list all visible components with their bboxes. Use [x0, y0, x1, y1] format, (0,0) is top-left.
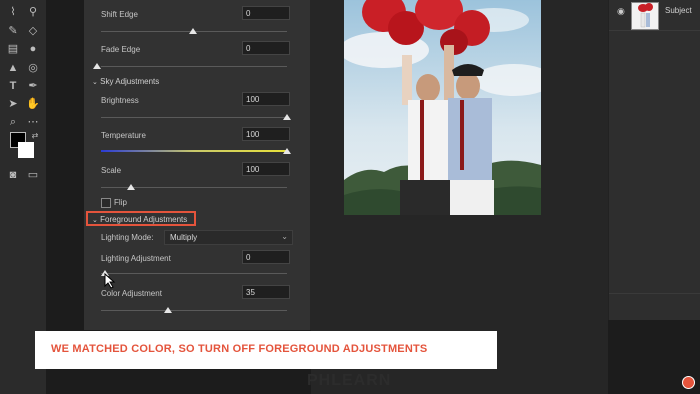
- chevron-down-icon: ⌄: [92, 217, 98, 224]
- scale-input[interactable]: 100: [242, 162, 290, 176]
- scale-thumb[interactable]: [127, 184, 135, 190]
- sky-replacement-panel: Shift Edge 0 Fade Edge 0 ⌄ Sky Adjustmen…: [84, 0, 311, 330]
- color-adjustment-slider[interactable]: [101, 310, 287, 311]
- sharpen-icon[interactable]: ▲: [6, 61, 20, 75]
- foreground-adjustments-header[interactable]: ⌄ Foreground Adjustments: [92, 215, 187, 224]
- chevron-down-icon: ⌄: [281, 232, 288, 241]
- fade-edge-input[interactable]: 0: [242, 41, 290, 55]
- fade-edge-label: Fade Edge: [101, 45, 141, 54]
- more-icon[interactable]: ⋯: [26, 115, 40, 129]
- eraser-icon[interactable]: ◇: [26, 24, 40, 38]
- brightness-label: Brightness: [101, 96, 139, 105]
- stamp-icon[interactable]: ⚲: [26, 5, 40, 19]
- lighting-mode-label: Lighting Mode:: [101, 233, 154, 242]
- caption-text: WE MATCHED COLOR, SO TURN OFF FOREGROUND…: [51, 343, 428, 355]
- brush-icon[interactable]: ✎: [6, 24, 20, 38]
- record-icon: [682, 376, 695, 389]
- scale-label: Scale: [101, 166, 122, 175]
- lighting-adjustment-label: Lighting Adjustment: [101, 254, 171, 263]
- temperature-thumb[interactable]: [283, 148, 291, 154]
- color-adjustment-thumb[interactable]: [164, 307, 172, 313]
- eye-icon[interactable]: ◉: [617, 6, 625, 17]
- screen-mode-icon[interactable]: ▭: [26, 168, 40, 182]
- shift-edge-input[interactable]: 0: [242, 6, 290, 20]
- shift-edge-thumb[interactable]: [189, 28, 197, 34]
- lighting-adjustment-input[interactable]: 0: [242, 250, 290, 264]
- watermark-logo: PHLEARN: [307, 372, 392, 389]
- flip-checkbox[interactable]: [101, 198, 111, 208]
- document-photo[interactable]: [344, 0, 541, 215]
- lighting-mode-select[interactable]: Multiply ⌄: [164, 230, 293, 245]
- pen-icon[interactable]: ✒: [26, 79, 40, 93]
- sky-adjustments-header[interactable]: ⌄ Sky Adjustments: [92, 77, 159, 86]
- chevron-down-icon: ⌄: [92, 79, 98, 86]
- zoom-icon[interactable]: ⌕: [6, 115, 20, 129]
- lasso-icon[interactable]: ⌇: [6, 5, 20, 19]
- hand-icon[interactable]: ✋: [26, 97, 40, 111]
- gradient-icon[interactable]: ▤: [6, 42, 20, 56]
- temperature-slider[interactable]: [101, 150, 287, 152]
- quick-mask-icon[interactable]: ◙: [6, 168, 20, 182]
- layer-divider: [609, 30, 700, 31]
- layer-divider: [609, 293, 700, 294]
- fade-edge-thumb[interactable]: [93, 63, 101, 69]
- temperature-label: Temperature: [101, 131, 146, 140]
- brightness-slider[interactable]: [101, 117, 287, 118]
- blur-icon[interactable]: ●: [26, 42, 40, 56]
- flip-label: Flip: [114, 198, 127, 207]
- foreground-adjustments-label: Foreground Adjustments: [100, 215, 188, 224]
- fade-edge-slider[interactable]: [101, 66, 287, 67]
- temperature-input[interactable]: 100: [242, 127, 290, 141]
- color-adjustment-label: Color Adjustment: [101, 289, 162, 298]
- lighting-adjustment-slider[interactable]: [101, 273, 287, 274]
- swap-colors-icon[interactable]: ⇄: [28, 129, 42, 143]
- dodge-icon[interactable]: ◎: [26, 61, 40, 75]
- layer-name[interactable]: Subject: [665, 6, 692, 15]
- background-color-swatch[interactable]: [18, 142, 34, 158]
- type-icon[interactable]: T: [6, 79, 20, 93]
- layers-panel: ◉ Subject: [608, 0, 700, 320]
- sky-adjustments-label: Sky Adjustments: [100, 77, 160, 86]
- path-select-icon[interactable]: ➤: [6, 97, 20, 111]
- brightness-input[interactable]: 100: [242, 92, 290, 106]
- layer-thumbnail[interactable]: [631, 2, 659, 30]
- shift-edge-label: Shift Edge: [101, 10, 138, 19]
- color-adjustment-input[interactable]: 35: [242, 285, 290, 299]
- brightness-thumb[interactable]: [283, 114, 291, 120]
- caption-banner: WE MATCHED COLOR, SO TURN OFF FOREGROUND…: [35, 331, 497, 369]
- lighting-mode-value: Multiply: [170, 233, 198, 242]
